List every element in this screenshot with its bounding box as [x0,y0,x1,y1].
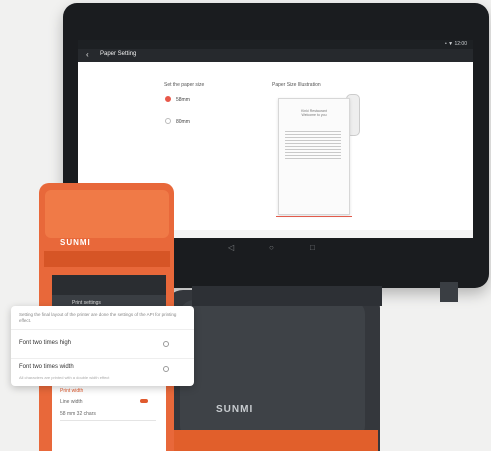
card-description: Setting the final layout of the printer … [19,312,177,323]
handheld-divider [60,420,156,421]
handheld-brand-logo: SUNMI [60,238,91,247]
card-divider [11,329,194,330]
handheld-section-label: Print width [60,388,84,394]
illustration-heading: Paper Size Illustration [272,82,321,88]
app-title: Paper Setting [100,51,137,57]
font-two-times-high-checkbox[interactable] [163,341,169,347]
font-two-times-width-checkbox[interactable] [163,366,169,372]
card-divider-2 [11,358,194,359]
right-side-bracket [440,282,458,302]
font-settings-card: Setting the final layout of the printer … [11,306,194,386]
status-text: • ▼ 12:00 [445,41,467,47]
recents-icon[interactable]: □ [310,243,315,252]
radio-58mm[interactable] [165,96,171,102]
handheld-toggle[interactable] [140,399,148,403]
status-bar: • ▼ 12:00 [78,40,473,49]
paper-slot [44,251,170,267]
handheld-line-width-value: 58 mm 32 chars [60,411,96,417]
receipt-header: Kinki Restaurant Welcome to you [301,109,327,117]
stand-neck [192,286,382,306]
handheld-line-width-label: Line width [60,399,83,405]
paper-size-heading: Set the paper size [164,82,205,88]
option-80mm-label: 80mm [176,119,190,125]
radio-80mm[interactable] [165,118,171,124]
option-58mm-label: 58mm [176,97,190,103]
base-brand-logo: SUNMI [216,404,254,415]
receipt-lines [285,129,341,161]
handheld-settings-list [52,385,166,451]
width-measure-line [276,216,352,217]
font-two-times-width-label: Font two times width [19,364,74,370]
base-top-panel [180,300,365,440]
base-orange-trim [168,430,378,451]
receipt-illustration: Kinki Restaurant Welcome to you [278,98,350,215]
back-icon[interactable]: ◁ [228,243,234,252]
font-two-times-width-sub: All characters are printed with a double… [19,375,110,380]
home-icon[interactable]: ○ [269,243,274,252]
handheld-printer-cover [45,190,169,238]
back-arrow-icon[interactable]: ‹ [86,50,89,59]
font-two-times-high-label: Font two times high [19,340,72,346]
